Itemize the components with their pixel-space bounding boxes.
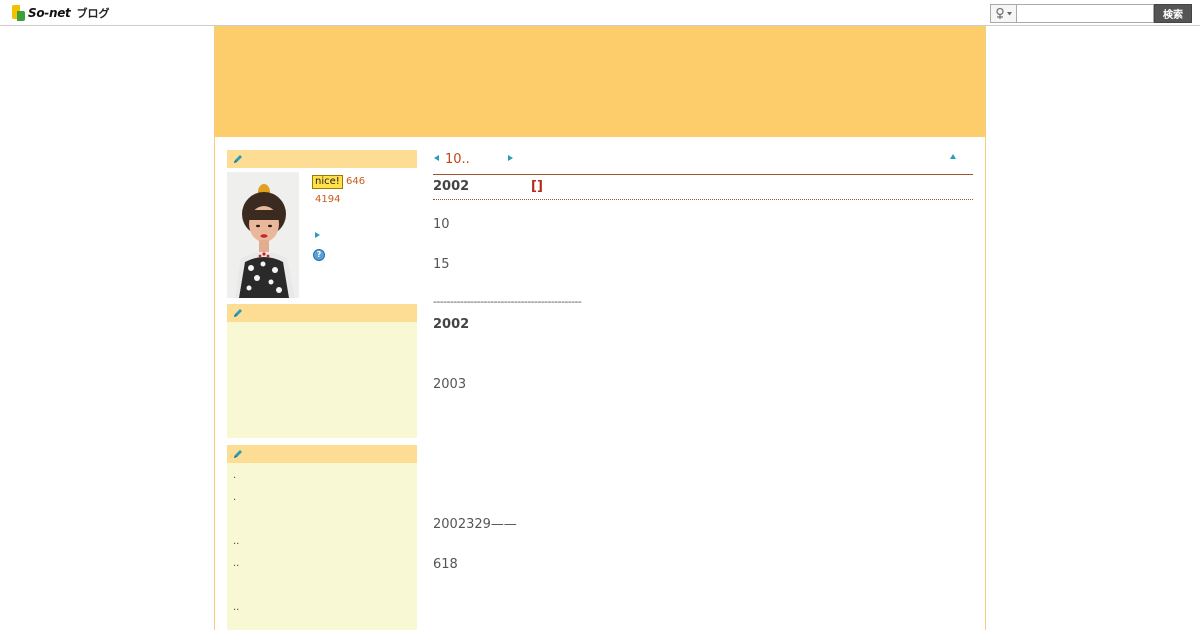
logo-text: So-net [28,6,71,20]
global-top-bar: So-net ブログ 検索 [0,0,1200,26]
article-body-line: 2002 [433,317,470,332]
pencil-icon [234,450,242,458]
article-body-line: 2002329—— [433,517,517,532]
prev-arrow-icon[interactable] [434,155,439,161]
search-person-icon [995,7,1012,19]
article-nav: 10.. [433,150,973,170]
page-top-arrow-icon[interactable] [950,154,956,159]
next-arrow-icon[interactable] [508,155,513,161]
search-type-dropdown[interactable] [990,4,1016,23]
title-top-rule [433,174,973,175]
title-bottom-rule [433,199,973,200]
nice-badge[interactable]: nice! [312,175,343,189]
sidebar-list-item[interactable]: .. [233,536,239,547]
sidebar-list-heading [227,445,417,463]
profile-photo[interactable] [227,172,299,298]
sidebar-list-item[interactable]: .. [233,558,239,569]
sidebar-widget-heading [227,304,417,322]
article-title-row: 2002 [] [433,179,973,199]
prev-article-link[interactable]: 10.. [445,152,470,167]
view-count: 4194 [315,194,341,205]
so-net-logo-icon [12,5,26,21]
article-category-link[interactable]: [] [531,179,543,194]
search-input[interactable] [1016,4,1154,23]
pencil-icon [234,309,242,317]
help-icon[interactable]: ? [313,249,325,261]
sidebar-list-body [227,463,417,630]
article-body-line: 15 [433,257,450,272]
pencil-icon [234,155,242,163]
article-separator-line: ----------------------------------------… [433,295,582,308]
sidebar-widget-body [227,322,417,438]
blog-header-banner[interactable] [215,26,985,137]
search-form: 検索 [990,4,1192,23]
article-title[interactable]: 2002 [433,179,469,194]
logo-blog-label: ブログ [76,7,110,20]
sidebar-list-item[interactable]: .. [233,602,239,613]
article-body-line: 618 [433,557,458,572]
profile-link-arrow-icon[interactable] [315,232,320,238]
article-body-line: 10 [433,217,450,232]
article-body-line: 2003 [433,377,467,392]
sidebar-list-item[interactable]: . [233,492,236,503]
profile-avatar-illustration [227,172,299,298]
search-button[interactable]: 検索 [1154,4,1192,23]
nice-count[interactable]: 646 [346,176,365,187]
so-net-blog-logo[interactable]: So-net ブログ [12,4,110,22]
blog-page-container: nice! 646 4194 ? . . .. .. .. 10.. 2002 … [214,26,986,630]
sidebar-profile-heading [227,150,417,168]
sidebar-list-item[interactable]: . [233,470,236,481]
